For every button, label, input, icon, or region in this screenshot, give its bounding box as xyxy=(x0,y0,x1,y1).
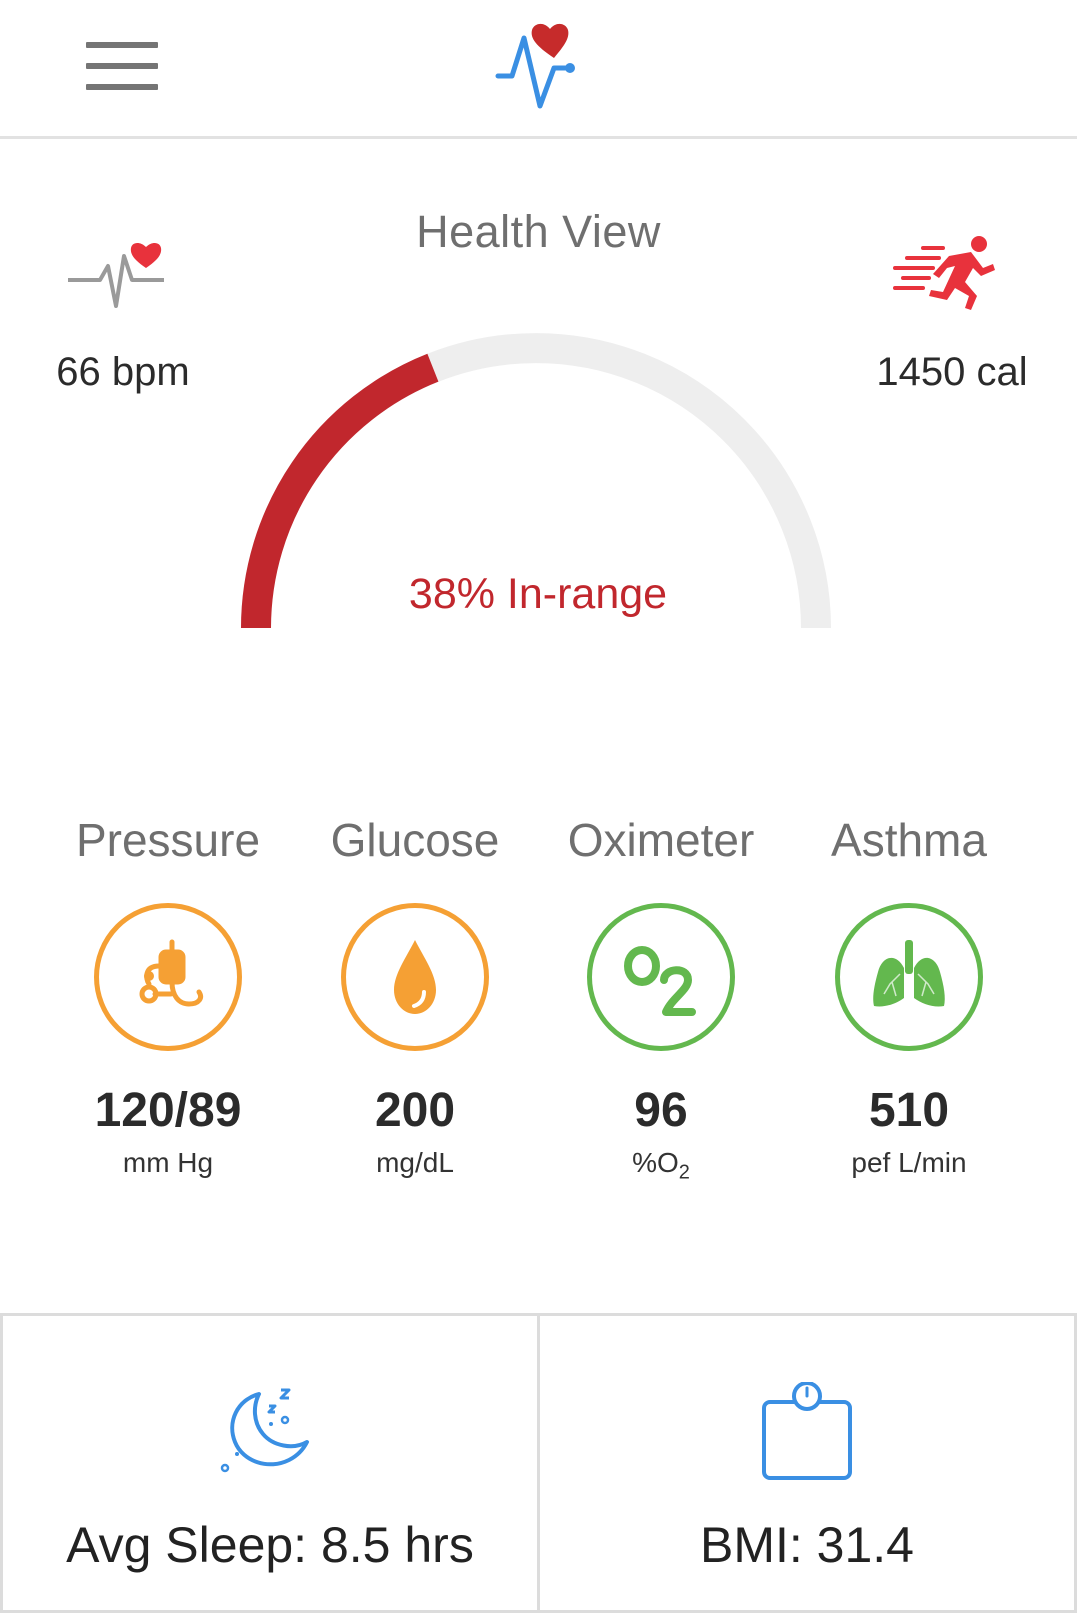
app-header xyxy=(0,0,1077,139)
bmi-text: BMI: 31.4 xyxy=(700,1517,914,1573)
bmi-card[interactable]: BMI: 31.4 xyxy=(537,1313,1077,1613)
moon-sleep-icon xyxy=(220,1388,309,1473)
calories-value: 1450 cal xyxy=(876,350,1028,394)
metric-unit: pef L/min xyxy=(851,1147,967,1178)
oxygen-o2-icon xyxy=(624,946,696,1016)
lungs-icon xyxy=(873,940,945,1007)
metric-value: 510 xyxy=(868,1084,950,1137)
metric-value: 120/89 xyxy=(94,1084,242,1137)
metric-circle[interactable] xyxy=(341,903,489,1051)
metric-oximeter[interactable]: Oximeter 96 %O2 xyxy=(541,810,781,1184)
hamburger-menu-icon[interactable] xyxy=(82,36,164,96)
unit-text: %O xyxy=(632,1147,679,1178)
heart-rate-value: 66 bpm xyxy=(56,350,190,394)
metric-title: Glucose xyxy=(330,814,500,866)
metric-unit: mg/dL xyxy=(376,1147,454,1178)
metric-value: 96 xyxy=(634,1084,688,1137)
metric-value: 200 xyxy=(374,1084,456,1137)
blood-drop-icon xyxy=(394,940,436,1014)
metric-circle[interactable] xyxy=(94,903,242,1051)
weight-scale-icon xyxy=(762,1382,852,1480)
sleep-card[interactable]: Avg Sleep: 8.5 hrs xyxy=(0,1313,540,1613)
blood-pressure-icon xyxy=(139,939,204,1007)
metric-asthma[interactable]: Asthma 510 pef L/min xyxy=(789,810,1029,1181)
metric-pressure[interactable]: Pressure 120/89 mm Hg xyxy=(48,810,288,1181)
metric-title: Asthma xyxy=(831,814,987,866)
gauge-label: 38% In-range xyxy=(408,570,668,618)
heartbeat-logo-icon xyxy=(495,23,575,109)
metric-title: Oximeter xyxy=(567,814,755,866)
avg-sleep-text: Avg Sleep: 8.5 hrs xyxy=(66,1517,474,1573)
metric-title: Pressure xyxy=(75,814,261,866)
metric-circle[interactable] xyxy=(587,903,735,1051)
metric-unit: %O2 xyxy=(541,1145,781,1184)
metric-circle[interactable] xyxy=(835,903,983,1051)
metric-unit: mm Hg xyxy=(122,1147,214,1178)
metric-glucose[interactable]: Glucose 200 mg/dL xyxy=(295,810,535,1181)
heart-rate-icon xyxy=(68,242,164,308)
running-man-icon xyxy=(893,236,995,310)
unit-subscript: 2 xyxy=(678,1161,690,1184)
